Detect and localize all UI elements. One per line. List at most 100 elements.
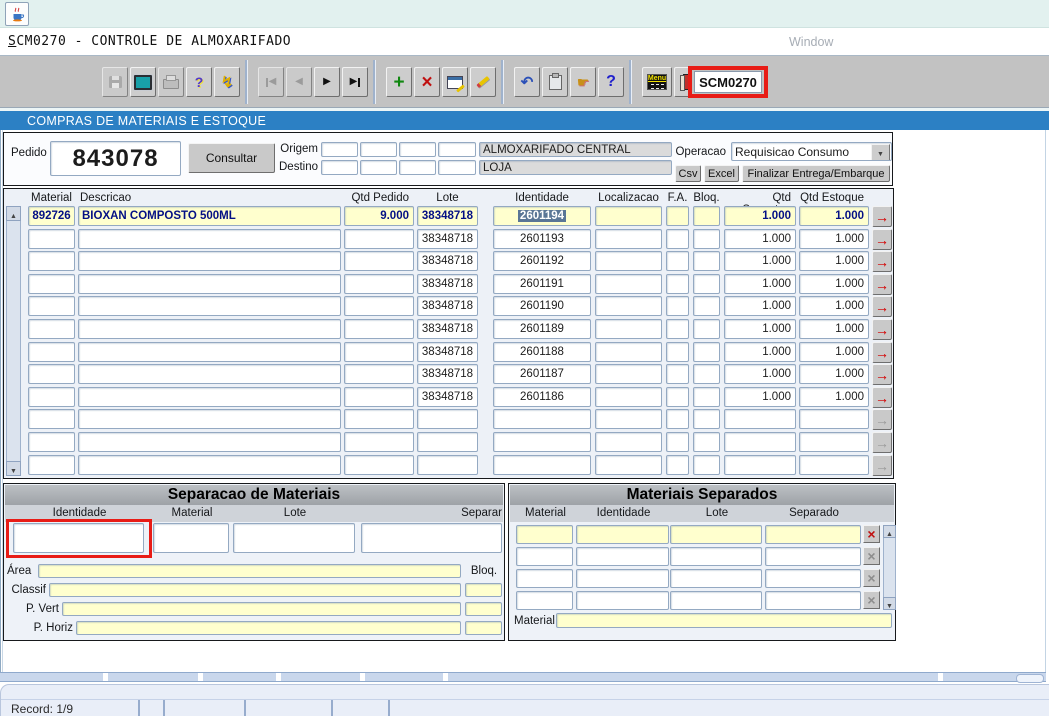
separados-delete-button[interactable]: × <box>863 525 880 543</box>
separados-cell-identidade[interactable] <box>576 525 669 544</box>
cell-qtd_sugestao[interactable]: 1.000 <box>724 274 796 294</box>
pvert-bloq-field[interactable] <box>465 602 502 616</box>
cell-identidade[interactable]: 2601189 <box>493 319 591 339</box>
clipboard-button[interactable] <box>542 67 568 97</box>
cell-descricao[interactable] <box>78 432 341 452</box>
cell-fa[interactable] <box>666 229 689 249</box>
separados-cell-lote[interactable] <box>670 569 762 588</box>
transfer-row-button[interactable]: → <box>872 387 892 408</box>
separados-cell-separado[interactable] <box>765 591 861 610</box>
cell-material[interactable] <box>28 364 75 384</box>
separados-scroll-down-button[interactable] <box>883 597 896 610</box>
cell-material[interactable] <box>28 296 75 316</box>
cell-qtd_estoque[interactable]: 1.000 <box>799 274 869 294</box>
separados-cell-identidade[interactable] <box>576 591 669 610</box>
separados-cell-separado[interactable] <box>765 569 861 588</box>
header-destino-field-3[interactable] <box>399 160 436 175</box>
header-destino-field-1[interactable] <box>321 160 358 175</box>
cell-qtd_sugestao[interactable]: 1.000 <box>724 296 796 316</box>
header-destino-field-4[interactable] <box>438 160 476 175</box>
cell-qtd_sugestao[interactable] <box>724 409 796 429</box>
cell-fa[interactable] <box>666 251 689 271</box>
cell-descricao[interactable]: BIOXAN COMPOSTO 500ML <box>78 206 341 226</box>
cell-lote[interactable]: 38348718 <box>417 251 478 271</box>
separacao-material-input[interactable] <box>153 523 229 553</box>
separados-cell-material[interactable] <box>516 591 573 610</box>
consultar-button[interactable]: Consultar <box>188 143 275 173</box>
cell-qtd_pedido[interactable] <box>344 274 414 294</box>
cell-descricao[interactable] <box>78 296 341 316</box>
cell-identidade[interactable] <box>493 432 591 452</box>
cell-identidade[interactable]: 2601187 <box>493 364 591 384</box>
header-origem-field-1[interactable] <box>321 142 358 157</box>
separados-cell-lote[interactable] <box>670 591 762 610</box>
cell-bloq[interactable] <box>693 296 720 316</box>
cell-qtd_estoque[interactable]: 1.000 <box>799 296 869 316</box>
transfer-row-button[interactable]: → <box>872 364 892 385</box>
separacao-lote-input[interactable] <box>233 523 355 553</box>
separados-cell-separado[interactable] <box>765 525 861 544</box>
separados-material-field[interactable] <box>556 613 892 628</box>
cell-lote[interactable]: 38348718 <box>417 274 478 294</box>
cell-qtd_sugestao[interactable]: 1.000 <box>724 342 796 362</box>
transfer-row-button[interactable]: → <box>872 274 892 295</box>
transfer-row-button[interactable]: → <box>872 229 892 250</box>
cell-qtd_pedido[interactable] <box>344 342 414 362</box>
separados-cell-identidade[interactable] <box>576 569 669 588</box>
cell-identidade[interactable]: 2601191 <box>493 274 591 294</box>
cancel-query-button[interactable] <box>470 67 496 97</box>
cell-qtd_pedido[interactable] <box>344 229 414 249</box>
cell-fa[interactable] <box>666 387 689 407</box>
separados-cell-identidade[interactable] <box>576 547 669 566</box>
cell-identidade[interactable]: 2601186 <box>493 387 591 407</box>
cell-localizacao[interactable] <box>595 455 662 475</box>
cell-qtd_pedido[interactable] <box>344 387 414 407</box>
cell-bloq[interactable] <box>693 229 720 249</box>
cell-lote[interactable]: 38348718 <box>417 229 478 249</box>
cell-localizacao[interactable] <box>595 251 662 271</box>
cell-qtd_sugestao[interactable]: 1.000 <box>724 206 796 226</box>
menu-form-title[interactable]: SCM0270 - CONTROLE DE ALMOXARIFADO <box>8 34 291 49</box>
cell-qtd_sugestao[interactable]: 1.000 <box>724 251 796 271</box>
cell-lote[interactable]: 38348718 <box>417 296 478 316</box>
cell-lote[interactable]: 38348718 <box>417 342 478 362</box>
help-button[interactable]: ? <box>598 67 624 97</box>
separados-scroll-up-button[interactable] <box>883 525 896 538</box>
cell-qtd_pedido[interactable] <box>344 455 414 475</box>
cell-descricao[interactable] <box>78 387 341 407</box>
cell-qtd_estoque[interactable]: 1.000 <box>799 342 869 362</box>
transfer-row-button[interactable]: → <box>872 319 892 340</box>
cell-lote[interactable] <box>417 409 478 429</box>
cell-descricao[interactable] <box>78 229 341 249</box>
header-origem-field-3[interactable] <box>399 142 436 157</box>
cell-bloq[interactable] <box>693 274 720 294</box>
cell-bloq[interactable] <box>693 387 720 407</box>
cell-fa[interactable] <box>666 319 689 339</box>
grid-scroll-down-button[interactable] <box>6 461 21 476</box>
cell-descricao[interactable] <box>78 274 341 294</box>
cell-descricao[interactable] <box>78 342 341 362</box>
cell-material[interactable] <box>28 251 75 271</box>
cell-qtd_sugestao[interactable]: 1.000 <box>724 364 796 384</box>
cell-identidade[interactable]: 2601194 <box>493 206 591 226</box>
cell-qtd_estoque[interactable]: 1.000 <box>799 206 869 226</box>
module-code-field[interactable]: SCM0270 <box>694 71 762 93</box>
transfer-row-button[interactable]: → <box>872 251 892 272</box>
cell-localizacao[interactable] <box>595 229 662 249</box>
cell-fa[interactable] <box>666 409 689 429</box>
cell-descricao[interactable] <box>78 364 341 384</box>
cell-descricao[interactable] <box>78 251 341 271</box>
cell-descricao[interactable] <box>78 455 341 475</box>
cell-qtd_pedido[interactable] <box>344 364 414 384</box>
cell-qtd_estoque[interactable]: 1.000 <box>799 229 869 249</box>
cell-qtd_sugestao[interactable]: 1.000 <box>724 319 796 339</box>
header-origem-field-4[interactable] <box>438 142 476 157</box>
last-record-button[interactable]: ▶ <box>342 67 368 97</box>
cell-material[interactable] <box>28 319 75 339</box>
cell-identidade[interactable]: 2601188 <box>493 342 591 362</box>
cell-qtd_pedido[interactable]: 9.000 <box>344 206 414 226</box>
cell-localizacao[interactable] <box>595 432 662 452</box>
phoriz-field[interactable] <box>76 621 461 635</box>
cell-bloq[interactable] <box>693 319 720 339</box>
cell-qtd_pedido[interactable] <box>344 319 414 339</box>
